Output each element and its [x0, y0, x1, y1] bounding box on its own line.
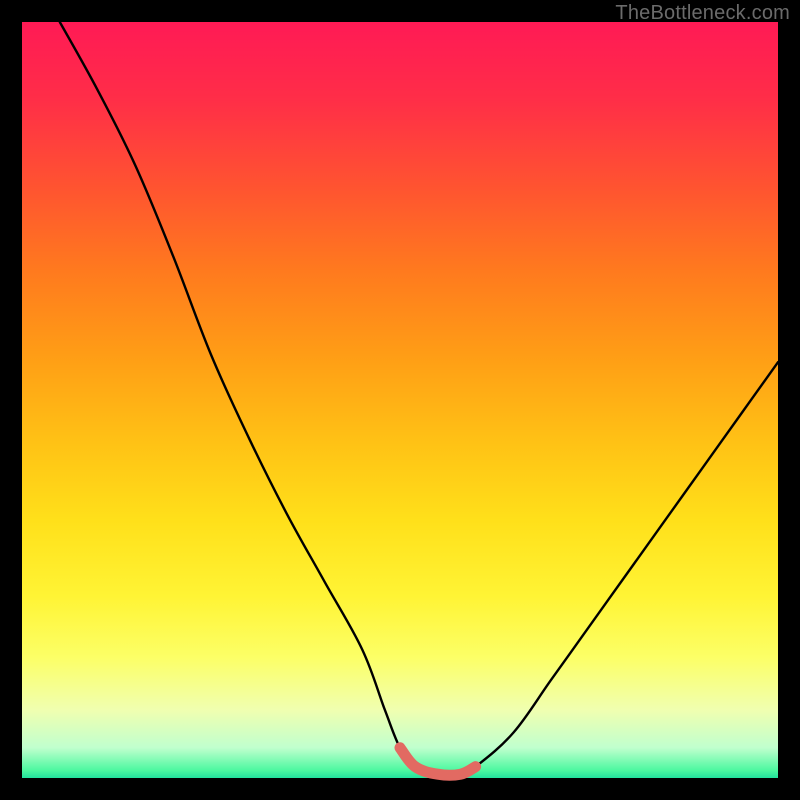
chart-frame: TheBottleneck.com: [0, 0, 800, 800]
optimal-range-highlight: [400, 748, 476, 775]
curve-layer: [22, 22, 778, 778]
bottleneck-curve: [60, 22, 778, 775]
plot-area: [22, 22, 778, 778]
